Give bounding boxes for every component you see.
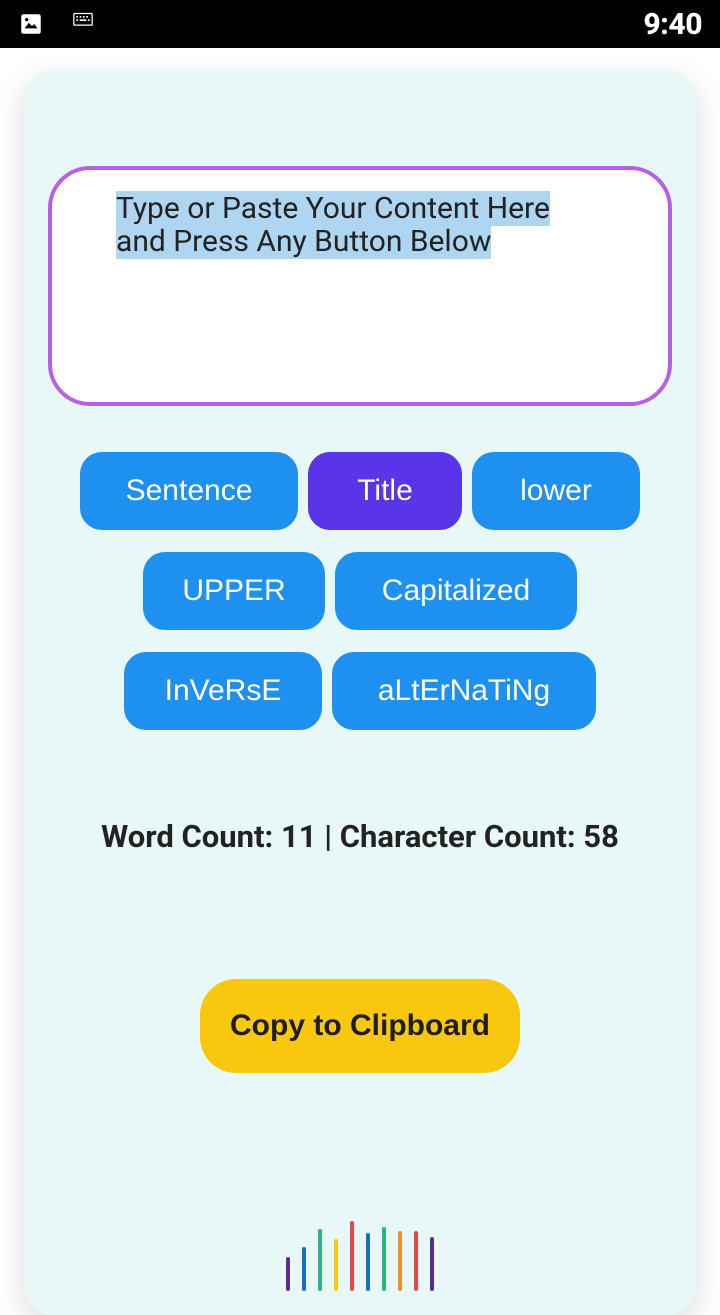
content-text: Type or Paste Your Content Here and Pres…: [116, 191, 550, 259]
sentence-button[interactable]: Sentence: [80, 452, 298, 530]
image-icon: [18, 11, 44, 37]
app-area: Type or Paste Your Content Here and Pres…: [0, 48, 720, 1315]
main-card: Type or Paste Your Content Here and Pres…: [24, 72, 696, 1315]
title-button[interactable]: Title: [308, 452, 462, 530]
eq-bar: [286, 1257, 290, 1291]
eq-bar: [414, 1231, 418, 1291]
case-buttons: Sentence Title lower UPPER Capitalized I…: [48, 452, 672, 730]
content-input[interactable]: Type or Paste Your Content Here and Pres…: [48, 166, 672, 406]
eq-bar: [398, 1231, 402, 1291]
button-row-3: InVeRsE aLtErNaTiNg: [124, 652, 596, 730]
copy-button[interactable]: Copy to Clipboard: [200, 979, 520, 1073]
alternating-button[interactable]: aLtErNaTiNg: [332, 652, 596, 730]
keyboard-icon: [68, 11, 94, 37]
eq-bar: [430, 1237, 434, 1291]
count-label: Word Count: 11 | Character Count: 58: [48, 818, 672, 855]
eq-bar: [350, 1221, 354, 1291]
eq-bar: [302, 1247, 306, 1291]
eq-bar: [334, 1239, 338, 1291]
lower-button[interactable]: lower: [472, 452, 640, 530]
status-bar: 9:40: [0, 0, 720, 48]
status-time: 9:40: [643, 7, 702, 42]
capitalized-button[interactable]: Capitalized: [335, 552, 577, 630]
upper-button[interactable]: UPPER: [143, 552, 325, 630]
button-row-2: UPPER Capitalized: [143, 552, 577, 630]
button-row-1: Sentence Title lower: [80, 452, 640, 530]
eq-bar: [382, 1227, 386, 1291]
status-left: [18, 11, 94, 37]
inverse-button[interactable]: InVeRsE: [124, 652, 322, 730]
eq-bar: [366, 1233, 370, 1291]
equalizer-icon: [48, 1221, 672, 1291]
eq-bar: [318, 1229, 322, 1291]
